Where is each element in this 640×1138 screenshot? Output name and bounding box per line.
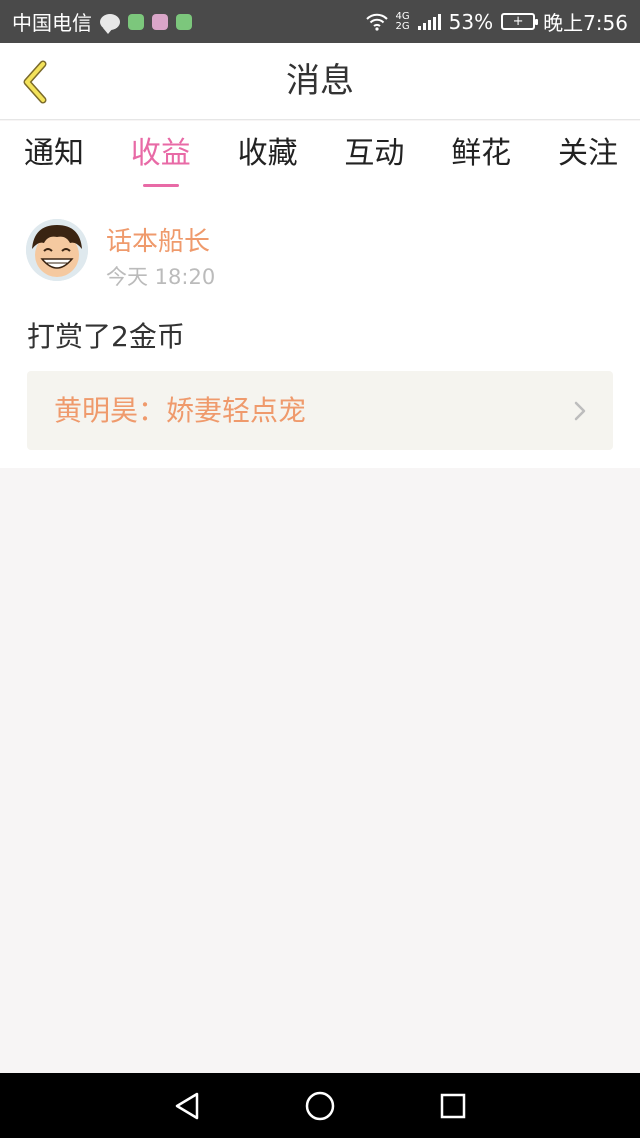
app-notification-icon: [128, 13, 144, 30]
app-notification-icon: [176, 13, 192, 30]
network-top-label: 4G: [395, 10, 410, 22]
user-avatar-image: [26, 219, 88, 281]
status-left: 中国电信: [12, 7, 192, 36]
wifi-icon: [365, 13, 388, 31]
message-time: 今天 18:20: [106, 265, 216, 289]
tab-bar: 通知 收益 收藏 互动 鲜花 关注: [0, 121, 640, 199]
avatar[interactable]: [26, 219, 88, 281]
message-username[interactable]: 话本船长: [106, 221, 210, 258]
square-recents-icon: [441, 1093, 466, 1118]
message-list: 话本船长 今天 18:20 打赏了2金币 黄明昊：娇妻轻点宠: [0, 199, 640, 468]
message-notification-icon: [100, 13, 120, 34]
system-navigation-bar: [0, 1073, 640, 1138]
nav-back-button[interactable]: [162, 1081, 212, 1131]
story-link-card[interactable]: 黄明昊：娇妻轻点宠: [27, 371, 613, 450]
chevron-right-icon: [574, 401, 586, 421]
tab-earnings[interactable]: 收益: [131, 121, 191, 199]
tab-following[interactable]: 关注: [558, 121, 618, 199]
app-notification-icon: [152, 13, 168, 30]
tab-favorites[interactable]: 收藏: [238, 121, 298, 199]
battery-charging-icon: +: [501, 13, 539, 30]
battery-percent: 53%: [448, 9, 494, 34]
message-text: 打赏了2金币: [27, 320, 185, 353]
header: 消息: [0, 43, 640, 120]
carrier-label: 中国电信: [12, 11, 92, 35]
network-bottom-label: 2G: [395, 20, 410, 32]
signal-strength-icon: [417, 13, 441, 30]
story-link-text: 黄明昊：娇妻轻点宠: [54, 394, 307, 427]
status-right: 4G 2G 53% + 晚上7:56: [365, 7, 628, 36]
network-type-indicator: 4G 2G: [395, 10, 410, 32]
status-bar: 中国电信 4G 2G 53% + 晚上7:56: [0, 0, 640, 43]
nav-recents-button[interactable]: [428, 1081, 478, 1131]
clock: 晚上7:56: [543, 11, 628, 35]
page-title: 消息: [286, 61, 354, 101]
tab-flowers[interactable]: 鲜花: [451, 121, 511, 199]
circle-home-icon: [305, 1091, 335, 1120]
tab-notifications[interactable]: 通知: [24, 121, 84, 199]
triangle-back-icon: [175, 1092, 198, 1119]
tab-interactions[interactable]: 互动: [344, 121, 404, 199]
nav-home-button[interactable]: [295, 1081, 345, 1131]
